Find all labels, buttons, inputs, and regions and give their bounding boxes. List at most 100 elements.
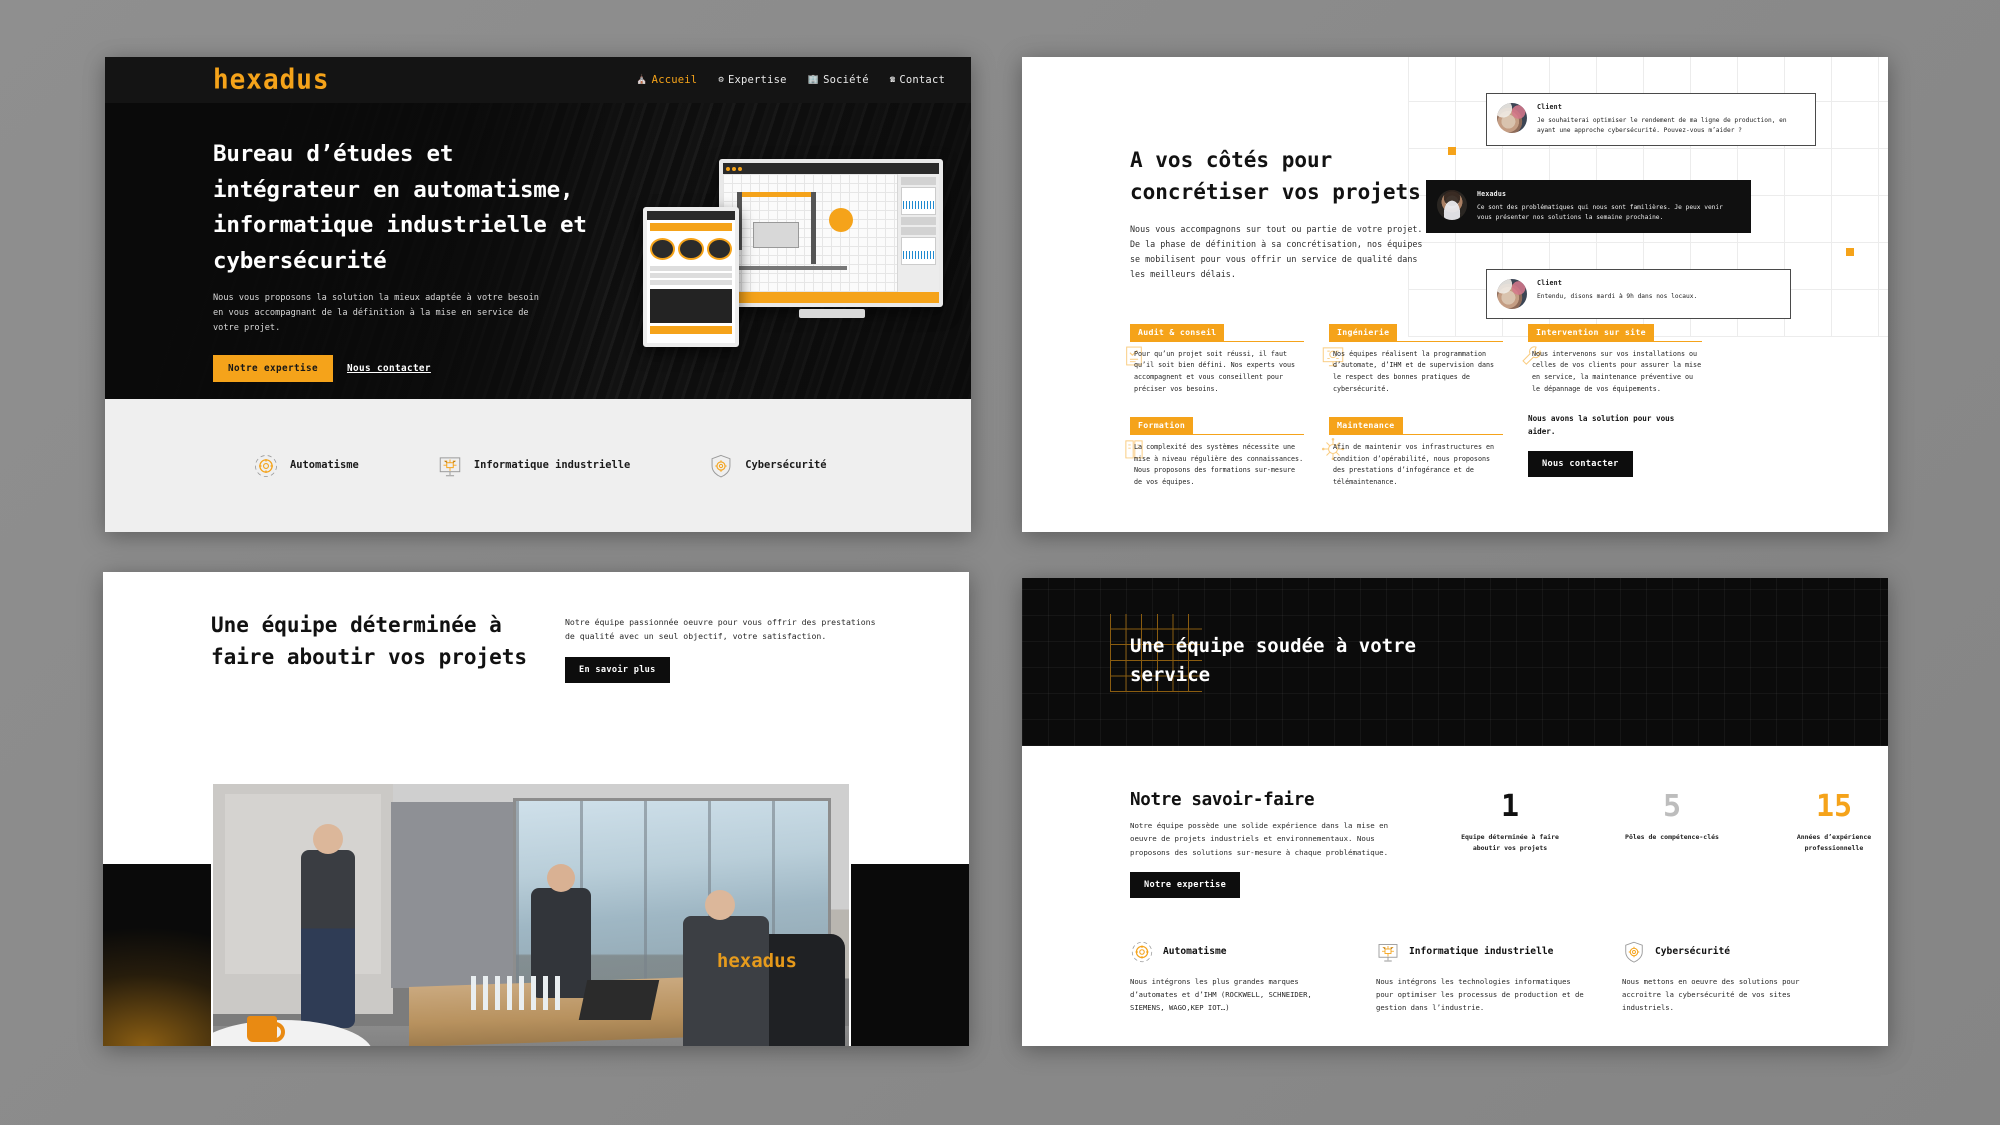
monitor-stand (799, 309, 865, 318)
main-navigation: hexadus ⛪ Accueil ⚙ Expertise 🏢 Société … (105, 57, 971, 103)
stat-label: Pôles de compétence-clés (1625, 833, 1719, 841)
client-avatar (1497, 103, 1527, 133)
photo-orange-mug (247, 1016, 285, 1042)
hmi-rows (647, 264, 735, 287)
monitor-chip-icon (1376, 940, 1400, 964)
nav-label: Accueil (651, 74, 698, 86)
team-title: Une équipe déterminée à faire aboutir vo… (211, 613, 528, 669)
know-feature-informatique[interactable]: Informatique industrielle Nous intégrons… (1376, 940, 1584, 1014)
hero-secondary-cta[interactable]: Nous contacter (347, 363, 431, 374)
nav-item-societe[interactable]: 🏢 Société (808, 74, 869, 86)
chat-content: Client Entendu, disons mardi à 9h dans n… (1537, 279, 1777, 302)
chat-content: Hexadus Ce sont des problématiques qui n… (1477, 190, 1737, 223)
approach-title: A vos côtés pour concrétiser vos projets (1130, 148, 1421, 204)
site-logo[interactable]: hexadus (213, 64, 330, 96)
hmi-header-bar (650, 223, 732, 231)
service-card-ingenierie[interactable]: Ingénierie Nos équipes réalisent la prog… (1322, 320, 1503, 395)
feature-cybersecurite[interactable]: Cybersécurité (708, 453, 827, 479)
hero-section: Bureau d’études et intégrateur en automa… (105, 103, 971, 399)
accent-dot (1448, 147, 1456, 155)
feature-title: Automatisme (1163, 946, 1227, 958)
stat-poles: 5 Pôles de compétence-clés (1618, 792, 1726, 898)
scada-body (723, 174, 939, 292)
card-rule (1329, 433, 1503, 435)
gear-icon: ⚙ (718, 75, 724, 85)
approach-description: Nous vous accompagnons sur tout ou parti… (1130, 224, 1423, 279)
know-feature-automatisme[interactable]: Automatisme Nous intégrons les plus gran… (1130, 940, 1338, 1014)
chat-message: Je souhaiterai optimiser le rendement de… (1537, 117, 1787, 135)
card-text: Pour qu’un projet soit réussi, il faut q… (1134, 349, 1296, 393)
feature-header: Cybersécurité (1622, 940, 1830, 964)
know-intro-row: Notre savoir-faire Notre équipe possède … (1130, 790, 1888, 898)
hmi-footer-bar (650, 326, 732, 334)
service-cards-row-1: Audit & conseil Pour qu’un projet soit r… (1126, 320, 1802, 413)
know-heading: Notre savoir-faire (1130, 790, 1315, 810)
nav-label: Société (823, 74, 869, 86)
hexadus-avatar (1437, 190, 1467, 220)
know-features: Automatisme Nous intégrons les plus gran… (1130, 940, 1888, 1014)
card-rule (1329, 340, 1503, 342)
service-card-audit[interactable]: Audit & conseil Pour qu’un projet soit r… (1126, 320, 1304, 395)
panel-savoir-faire: Une équipe soudée à votre service Notre … (1022, 578, 1888, 1046)
hero-primary-cta[interactable]: Notre expertise (213, 354, 333, 382)
feature-title: Cybersécurité (1655, 946, 1731, 958)
scada-diagram (723, 174, 897, 292)
know-expertise-button[interactable]: Notre expertise (1130, 871, 1241, 898)
stat-years: 15 Années d’expérience professionnelle (1780, 792, 1888, 898)
nav-item-contact[interactable]: ☎ Contact (890, 74, 945, 86)
monitor-chip-icon (437, 453, 463, 479)
feature-informatique-industrielle[interactable]: Informatique industrielle (437, 453, 630, 479)
feature-text: Nous mettons en oeuvre des solutions pou… (1622, 976, 1800, 1013)
know-intro: Notre savoir-faire Notre équipe possède … (1130, 790, 1412, 898)
card-tag: Formation (1130, 416, 1194, 434)
card-tag: Audit & conseil (1130, 323, 1225, 341)
feature-text: Nous intégrons les plus grandes marques … (1130, 976, 1312, 1013)
shield-gear-icon (708, 453, 734, 479)
service-card-maintenance[interactable]: Maintenance Afin de maintenir vos infras… (1321, 413, 1503, 488)
approach-cta-text: Nous avons la solution pour vous aider. (1528, 414, 1675, 436)
hmi-screen-small (643, 207, 739, 347)
photo-person-seated (683, 890, 769, 1046)
hero-title: Bureau d’études et intégrateur en automa… (213, 141, 587, 274)
hmi-titlebar (647, 211, 735, 220)
phone-icon: ☎ (889, 75, 896, 85)
photo-laptop (578, 980, 660, 1020)
feature-label: Informatique industrielle (473, 458, 631, 471)
accent-dot (1846, 248, 1854, 256)
gear-orbit-icon (253, 453, 279, 479)
hero-subtitle: Nous vous proposons la solution la mieux… (213, 293, 539, 333)
chat-author: Hexadus (1477, 190, 1507, 198)
window-titlebar (723, 163, 939, 174)
card-text: Nos équipes réalisent la programmation d… (1333, 349, 1495, 393)
photo-person-standing (301, 824, 355, 1028)
chat-bubble-client-1: Client Je souhaiterai optimiser le rende… (1486, 93, 1816, 147)
approach-contact-button[interactable]: Nous contacter (1528, 450, 1633, 477)
screenshot-stage: hexadus ⛪ Accueil ⚙ Expertise 🏢 Société … (0, 0, 2000, 1125)
stat-label: Equipe déterminée à faire aboutir vos pr… (1461, 833, 1559, 852)
chat-author: Client (1537, 279, 1563, 287)
nav-item-expertise[interactable]: ⚙ Expertise (718, 74, 786, 86)
service-card-formation[interactable]: Formation La complexité des systèmes néc… (1125, 413, 1304, 488)
stat-teams: 1 Equipe déterminée à faire aboutir vos … (1456, 792, 1564, 898)
chat-content: Client Je souhaiterai optimiser le rende… (1537, 103, 1802, 136)
service-card-intervention[interactable]: Intervention sur site Nous intervenons s… (1522, 320, 1702, 395)
know-hero: Une équipe soudée à votre service (1022, 578, 1888, 746)
service-cards-row-2: Formation La complexité des systèmes néc… (1125, 413, 1802, 506)
stats-row: 1 Equipe déterminée à faire aboutir vos … (1456, 790, 1888, 898)
nav-label: Expertise (727, 74, 787, 86)
chat-message: Ce sont des problématiques qui nous sont… (1477, 204, 1723, 222)
home-features-strip: Automatisme Informatique industrielle Cy… (105, 399, 971, 532)
approach-intro: A vos côtés pour concrétiser vos projets… (1130, 145, 1430, 282)
gear-orbit-icon (1130, 940, 1154, 964)
hmi-gauges (647, 234, 735, 264)
know-feature-cybersecurite[interactable]: Cybersécurité Nous mettons en oeuvre des… (1622, 940, 1830, 1014)
nav-item-accueil[interactable]: ⛪ Accueil (636, 74, 697, 86)
team-learn-more-button[interactable]: En savoir plus (565, 656, 670, 683)
panel-approach: Client Je souhaiterai optimiser le rende… (1022, 57, 1888, 532)
feature-automatisme[interactable]: Automatisme (253, 453, 359, 479)
stat-value: 15 (1815, 789, 1853, 824)
card-tag: Ingénierie (1329, 323, 1398, 341)
photo-partition (391, 802, 513, 988)
home-icon: ⛪ (636, 75, 648, 85)
card-tag: Intervention sur site (1528, 323, 1654, 341)
